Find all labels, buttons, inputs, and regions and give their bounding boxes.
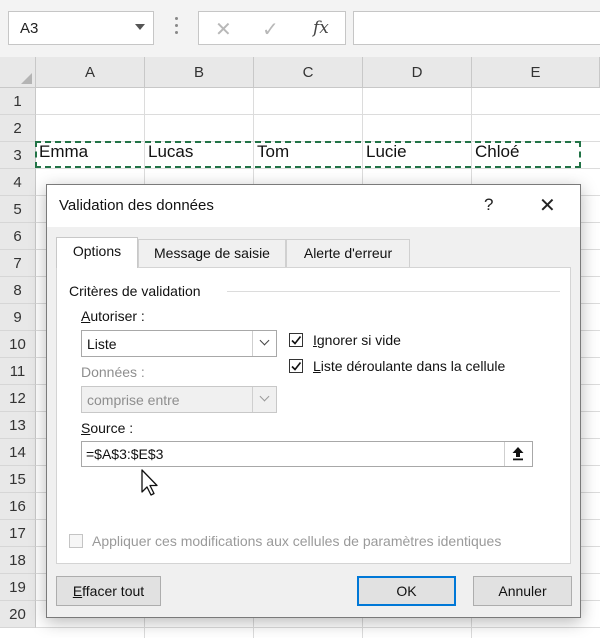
insert-function-icon[interactable]: fx xyxy=(313,18,329,38)
formula-bar-area: A3 ✕ ✓ fx xyxy=(0,0,600,57)
ignore-blank-label[interactable]: Ignorer si vide xyxy=(313,332,401,348)
cancel-entry-icon[interactable]: ✕ xyxy=(215,17,232,42)
mouse-pointer-icon xyxy=(141,469,158,496)
apply-all-checkbox xyxy=(69,534,83,548)
row-header[interactable]: 12 xyxy=(0,385,36,412)
row-header[interactable]: 18 xyxy=(0,547,36,574)
tab-options[interactable]: Options xyxy=(56,237,138,268)
source-input[interactable]: =$A$3:$E$3 xyxy=(81,441,533,467)
allow-value: Liste xyxy=(87,336,117,352)
ok-button[interactable]: OK xyxy=(357,576,456,606)
column-header-e[interactable]: E xyxy=(472,57,600,88)
row-header[interactable]: 11 xyxy=(0,358,36,385)
row-header[interactable]: 14 xyxy=(0,439,36,466)
formula-buttons: ✕ ✓ fx xyxy=(198,11,346,45)
upload-arrow-icon xyxy=(512,447,524,461)
column-header-b[interactable]: B xyxy=(145,57,254,88)
apply-all-label: Appliquer ces modifications aux cellules… xyxy=(92,533,502,549)
allow-dropdown-button[interactable] xyxy=(252,331,276,356)
chevron-down-icon xyxy=(259,391,270,402)
name-box[interactable]: A3 xyxy=(8,11,154,45)
clear-all-button[interactable]: Effacer tout xyxy=(56,576,161,606)
row-header[interactable]: 6 xyxy=(0,223,36,250)
help-button[interactable]: ? xyxy=(484,195,493,215)
collapse-dialog-button[interactable] xyxy=(504,442,532,466)
dialog-titlebar[interactable]: Validation des données ? ✕ xyxy=(47,185,580,227)
row-header[interactable]: 17 xyxy=(0,520,36,547)
allow-select[interactable]: Liste xyxy=(81,330,277,357)
data-validation-dialog: Validation des données ? ✕ Options Messa… xyxy=(46,184,581,618)
name-box-dropdown-icon[interactable] xyxy=(135,24,145,30)
row-header[interactable]: 5 xyxy=(0,196,36,223)
column-header-c[interactable]: C xyxy=(254,57,363,88)
row-header[interactable]: 19 xyxy=(0,574,36,601)
section-divider xyxy=(227,291,560,292)
gridline xyxy=(36,627,600,628)
source-label: Source : xyxy=(81,420,134,436)
row-header[interactable]: 13 xyxy=(0,412,36,439)
row-header[interactable]: 7 xyxy=(0,250,36,277)
row-header[interactable]: 10 xyxy=(0,331,36,358)
tab-input-message[interactable]: Message de saisie xyxy=(138,239,286,267)
copy-selection-marquee xyxy=(35,141,581,168)
gridline xyxy=(36,114,600,115)
data-dropdown-button xyxy=(252,387,276,412)
row-header[interactable]: 20 xyxy=(0,601,36,628)
column-header-d[interactable]: D xyxy=(363,57,472,88)
tab-error-alert[interactable]: Alerte d'erreur xyxy=(286,239,410,267)
cancel-button[interactable]: Annuler xyxy=(473,576,572,606)
enter-entry-icon[interactable]: ✓ xyxy=(262,17,279,42)
row-header[interactable]: 9 xyxy=(0,304,36,331)
row-header[interactable]: 8 xyxy=(0,277,36,304)
column-header-a[interactable]: A xyxy=(36,57,145,88)
data-select: comprise entre xyxy=(81,386,277,413)
chevron-down-icon xyxy=(259,335,270,346)
name-box-value: A3 xyxy=(20,20,39,37)
allow-label: Autoriser : xyxy=(81,308,145,324)
checkmark-icon xyxy=(291,362,302,371)
row-header[interactable]: 1 xyxy=(0,88,36,115)
ignore-blank-checkbox[interactable] xyxy=(289,333,303,347)
row-header[interactable]: 2 xyxy=(0,115,36,142)
data-label: Données : xyxy=(81,364,145,380)
gridline xyxy=(36,168,600,169)
checkmark-icon xyxy=(291,336,302,345)
criteria-title: Critères de validation xyxy=(69,283,201,299)
close-button[interactable]: ✕ xyxy=(539,193,556,218)
drag-handle-icon[interactable] xyxy=(175,17,179,37)
in-cell-dropdown-label[interactable]: Liste déroulante dans la cellule xyxy=(313,358,505,374)
formula-input[interactable] xyxy=(353,11,600,45)
row-header[interactable]: 15 xyxy=(0,466,36,493)
row-header[interactable]: 4 xyxy=(0,169,36,196)
row-header[interactable]: 3 xyxy=(0,142,36,169)
source-value: =$A$3:$E$3 xyxy=(86,446,164,462)
options-panel: Critères de validation Autoriser : Liste… xyxy=(56,267,571,564)
select-all-corner[interactable] xyxy=(0,57,36,88)
data-value: comprise entre xyxy=(87,392,180,408)
dialog-title: Validation des données xyxy=(59,197,214,214)
row-header[interactable]: 16 xyxy=(0,493,36,520)
in-cell-dropdown-checkbox[interactable] xyxy=(289,359,303,373)
